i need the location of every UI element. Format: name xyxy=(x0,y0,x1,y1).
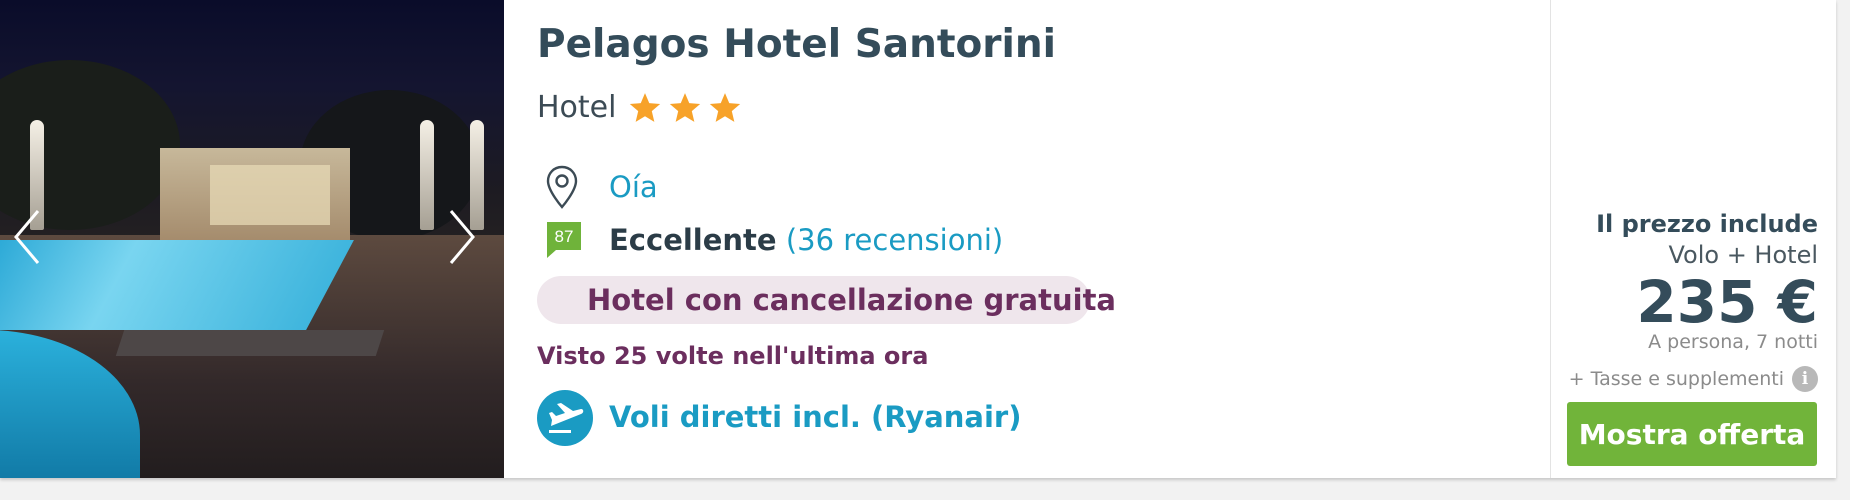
photo-tree xyxy=(0,60,180,230)
hotel-info: Pelagos Hotel Santorini Hotel Oía 87 Ecc… xyxy=(537,0,1537,478)
hotel-photo-gallery[interactable] xyxy=(0,0,504,478)
price-value: 235 € xyxy=(1636,268,1818,336)
photo-pool xyxy=(0,240,354,330)
show-offer-button[interactable]: Mostra offerta xyxy=(1567,402,1817,466)
info-icon[interactable]: i xyxy=(1792,366,1818,392)
rating-row: Eccellente (36 recensioni) xyxy=(609,223,1003,257)
price-includes-label: Il prezzo include xyxy=(1596,210,1818,238)
hotel-location-link[interactable]: Oía xyxy=(609,170,658,204)
rating-word: Eccellente xyxy=(609,223,777,257)
score-value: 87 xyxy=(555,227,574,246)
hotel-type: Hotel xyxy=(537,90,617,125)
taxes-text: + Tasse e supplementi xyxy=(1568,368,1784,390)
reviews-link[interactable]: (36 recensioni) xyxy=(786,223,1003,257)
photo-pool-edge xyxy=(115,330,385,356)
photo-umbrella xyxy=(420,120,434,230)
recent-views-text: Visto 25 volte nell'ultima ora xyxy=(537,342,929,370)
plane-icon xyxy=(537,390,593,446)
direct-flights-link[interactable]: Voli diretti incl. (Ryanair) xyxy=(609,400,1022,434)
chevron-left-icon[interactable] xyxy=(10,207,44,267)
hotel-type-row: Hotel xyxy=(537,90,748,125)
price-includes-value: Volo + Hotel xyxy=(1668,241,1818,269)
location-row xyxy=(545,165,579,209)
star-icon xyxy=(630,92,661,122)
price-box: Il prezzo include Volo + Hotel 235 € A p… xyxy=(1552,0,1822,478)
price-per-person: A persona, 7 notti xyxy=(1648,331,1818,353)
hotel-name[interactable]: Pelagos Hotel Santorini xyxy=(537,22,1056,67)
map-pin-icon xyxy=(546,165,578,209)
star-icon xyxy=(710,92,741,122)
star-icon xyxy=(670,92,701,122)
hotel-result-card: Pelagos Hotel Santorini Hotel Oía 87 Ecc… xyxy=(0,0,1836,478)
free-cancellation-text: Hotel con cancellazione gratuita xyxy=(587,283,1116,317)
taxes-row: + Tasse e supplementi i xyxy=(1569,366,1818,392)
score-flag-icon: 87 xyxy=(547,222,581,258)
free-cancellation-badge: Hotel con cancellazione gratuita xyxy=(537,276,1116,324)
photo-pool-house-window xyxy=(210,165,330,225)
column-divider xyxy=(1550,0,1551,478)
chevron-right-icon[interactable] xyxy=(445,207,479,267)
